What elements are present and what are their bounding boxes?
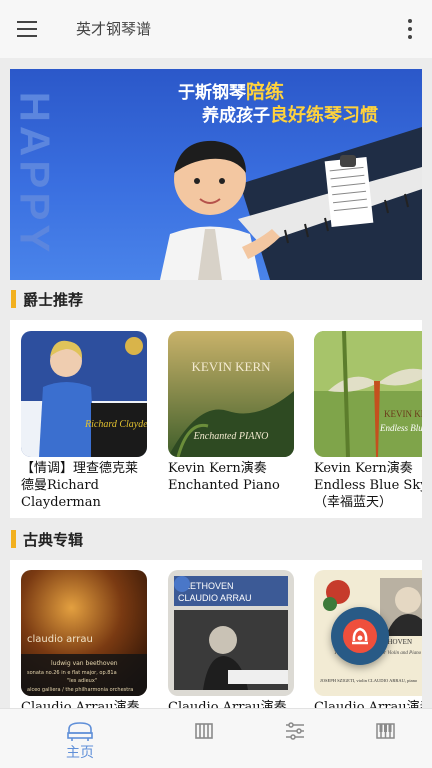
album-caption: Claudio Arrau演奏: [168, 700, 287, 708]
more-vertical-icon[interactable]: [400, 17, 420, 41]
album-cover: BEETHOVEN CLAUDIO ARRAU: [168, 570, 294, 696]
banner-subline: 养成孩子良好练琴习惯: [202, 101, 378, 127]
album-caption: Kevin Kern演奏Enchanted Piano: [168, 461, 280, 493]
play-fab-button[interactable]: [331, 607, 389, 665]
cover-text: Richard Clayderman: [84, 419, 147, 430]
section-header-classical: 古典专辑: [11, 529, 83, 549]
album-cover: KEVIN KERN Endless Blue Sky: [314, 331, 422, 457]
banner-headline-highlight: 陪练: [246, 81, 285, 103]
banner-headline-prefix: 于斯钢琴: [178, 83, 246, 103]
piano-metronome-icon: [343, 619, 377, 653]
sliders-icon: [286, 722, 304, 740]
cover-line: sonata no.26 in e flat major, op.81a: [27, 670, 117, 676]
keyboard-icon: [376, 723, 395, 739]
promo-banner[interactable]: HAPPY 于斯钢琴陪练 养成孩子良好练琴习惯: [10, 69, 422, 280]
cover-line: claudio arrau: [27, 634, 93, 645]
jazz-album-row: Richard Clayderman 【情调】理查德克莱德曼Richard Cl…: [10, 320, 422, 518]
nav-tab-keyboard[interactable]: [331, 709, 432, 768]
hamburger-menu-icon[interactable]: [17, 19, 41, 39]
section-accent-bar: [11, 530, 16, 548]
album-cover: claudio arrau ludwig van beethoven sonat…: [21, 570, 147, 696]
cover-title: KEVIN KERN: [384, 409, 422, 419]
album-cover: KEVIN KERN Enchanted PIANO: [168, 331, 294, 457]
cover-subtitle: Enchanted PIANO: [193, 431, 269, 442]
banner-headline: 于斯钢琴陪练: [178, 77, 284, 104]
section-accent-bar: [11, 290, 16, 308]
album-card[interactable]: BEETHOVEN CLAUDIO ARRAU Claudio Arrau演奏: [168, 570, 296, 708]
nav-tab-label: 主页: [66, 745, 94, 761]
banner-side-text: HAPPY: [11, 91, 59, 257]
home-piano-icon: [67, 722, 93, 741]
nav-tab-home[interactable]: 主页: [26, 709, 134, 768]
album-card[interactable]: KEVIN KERN Enchanted PIANO Kevin Kern演奏E…: [168, 331, 296, 494]
app-bar: 英才钢琴谱: [0, 0, 432, 58]
album-caption: 【情调】理查德克莱德曼Richard Clayderman: [21, 461, 139, 510]
album-caption: Claudio Arrau演奏: [21, 700, 140, 708]
section-title: 古典专辑: [23, 530, 84, 549]
album-card[interactable]: claudio arrau ludwig van beethoven sonat…: [21, 570, 149, 708]
bottom-navigation: 主页: [0, 708, 432, 768]
cover-line: alceo galliera / the philharmonia orches…: [27, 687, 133, 693]
section-header-jazz: 爵士推荐: [11, 289, 83, 309]
cover-line: CLAUDIO ARRAU: [178, 593, 252, 603]
album-card[interactable]: Richard Clayderman 【情调】理查德克莱德曼Richard Cl…: [21, 331, 149, 511]
section-title: 爵士推荐: [23, 290, 84, 309]
banner-subline-highlight: 良好练琴习惯: [270, 105, 378, 126]
cover-line: "les adieux": [67, 678, 97, 684]
cover-subtitle: Endless Blue Sky: [379, 423, 422, 433]
album-caption: Claudio Arrau演奏: [314, 700, 422, 708]
cover-line: ludwig van beethoven: [51, 660, 118, 667]
album-card[interactable]: KEVIN KERN Endless Blue Sky Kevin Kern演奏…: [314, 331, 422, 511]
album-caption: Kevin Kern演奏Endless Blue Sky（幸福蓝天）: [314, 461, 422, 510]
cover-title: KEVIN KERN: [191, 359, 271, 374]
sheet-music-icon: [195, 723, 213, 739]
album-cover: Richard Clayderman: [21, 331, 147, 457]
banner-subline-prefix: 养成孩子: [202, 106, 270, 126]
app-title: 英才钢琴谱: [76, 20, 152, 38]
